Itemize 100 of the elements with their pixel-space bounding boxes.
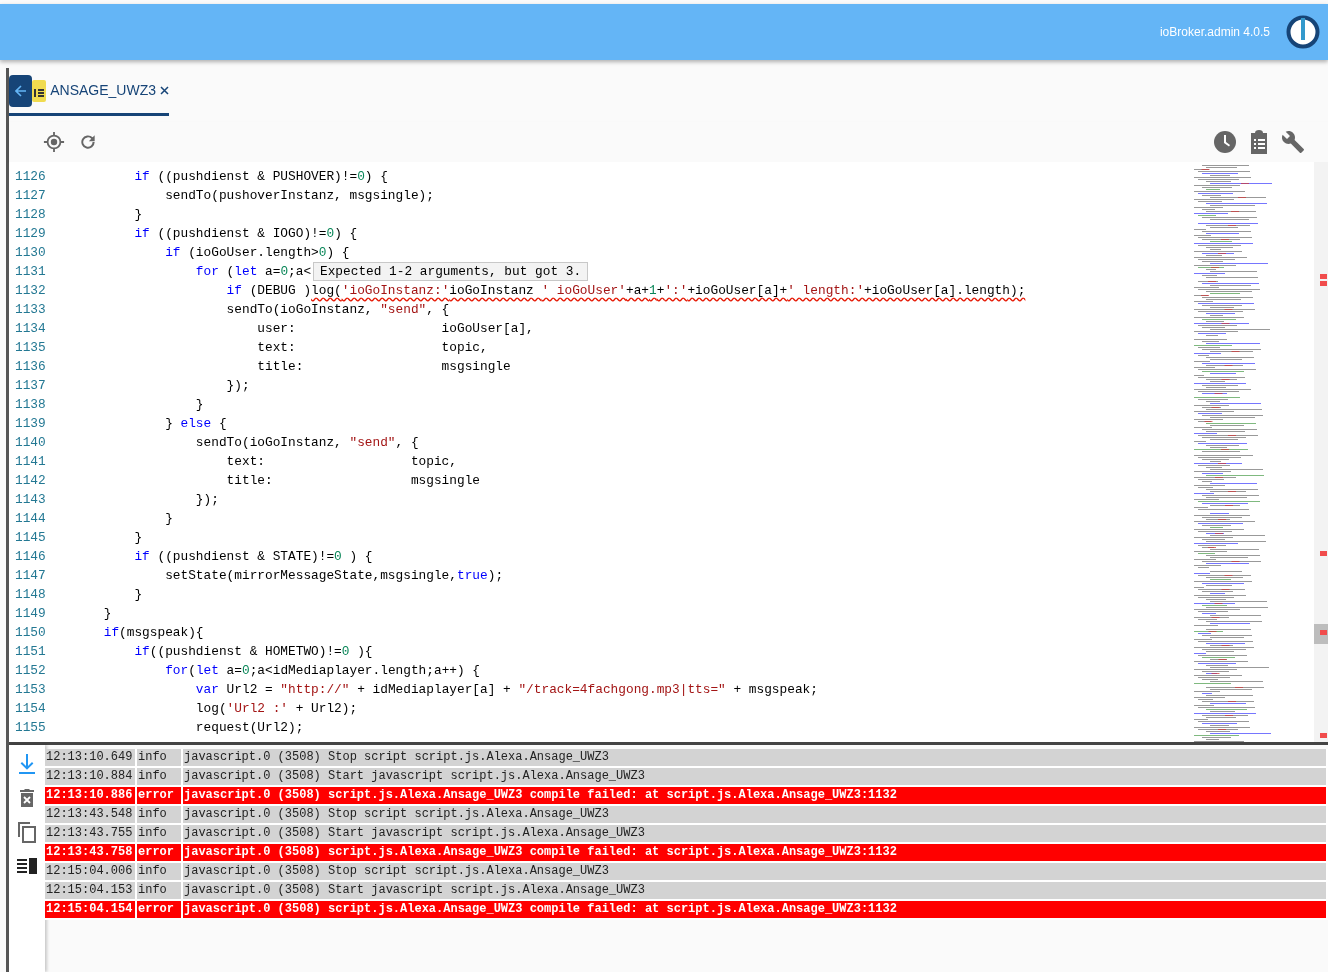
line-number: 1143: [14, 491, 47, 509]
code-line: var Url2 = "http://" + idMediaplayer[a] + "/track=4fachgong.mp3|tts=" + msgspeak;: [194, 682, 818, 697]
line-number: 1147: [14, 567, 47, 585]
history-button[interactable]: [1212, 129, 1238, 155]
line-number: 1155: [14, 719, 47, 737]
settings-button[interactable]: [1280, 129, 1306, 155]
code-line: if (DEBUG )log('ioGoInstanz:'ioGoInstanz ' ioGoUser'+a+1+':'+ioGoUser[a]+' length:'+ioGoUser[a].length);: [225, 283, 1026, 298]
code-line: if (ioGoUser.length>0) {: [164, 245, 350, 260]
refresh-icon: [78, 132, 98, 152]
code-line: });: [194, 492, 219, 507]
line-number: 1135: [14, 339, 47, 357]
code-line: title: msgsingle: [256, 359, 511, 374]
log-severity: error: [137, 901, 183, 920]
code-line: });: [225, 378, 250, 393]
trash-icon: [19, 788, 35, 808]
log-time: 12:13:10.886: [45, 787, 137, 806]
back-button[interactable]: [9, 74, 33, 107]
code-line: sendTo(pushoverInstanz, msgsingle);: [164, 188, 434, 203]
line-number: 1138: [14, 396, 47, 414]
code-line: if ((pushdienst & IOGO)!=0) {: [133, 226, 358, 241]
editor-tab[interactable]: ANSAGE_UWZ3: [9, 68, 169, 116]
code-line: }: [194, 397, 204, 412]
line-number: 1137: [14, 377, 47, 395]
line-number: 1139: [14, 415, 47, 433]
code-line: if ((pushdienst & STATE)!=0 ) {: [133, 549, 373, 564]
log-time: 12:13:43.548: [45, 806, 137, 825]
log-severity: info: [137, 882, 183, 901]
clock-icon: [1213, 130, 1237, 154]
line-number: 1131: [14, 263, 47, 281]
clipboard-icon: [1249, 130, 1269, 154]
line-number: 1154: [14, 700, 47, 718]
line-number: 1152: [14, 662, 47, 680]
log-time: 12:15:04.154: [45, 901, 137, 920]
line-number: 1130: [14, 244, 47, 262]
locate-button[interactable]: [41, 129, 67, 155]
log-message: javascript.0 (3508) Start javascript script.js.Alexa.Ansage_UWZ3: [183, 882, 1328, 901]
log-time: 12:13:10.884: [45, 768, 137, 787]
log-severity: error: [137, 844, 183, 863]
line-number: 1133: [14, 301, 47, 319]
log-message: javascript.0 (3508) script.js.Alexa.Ansage_UWZ3 compile failed: at script.js.Alexa.Ansage_UWZ3:1132: [183, 844, 1328, 863]
line-number: 1149: [14, 605, 47, 623]
tab-label: ANSAGE_UWZ3: [50, 81, 156, 100]
wrench-icon: [1281, 130, 1305, 154]
line-number: 1144: [14, 510, 47, 528]
line-number: 1153: [14, 681, 47, 699]
code-line: log('Url2 :' + Url2);: [194, 701, 358, 716]
download-arrow-icon: [18, 753, 36, 775]
overview-ruler-drawing[interactable]: [1314, 162, 1328, 742]
line-number: 1145: [14, 529, 47, 547]
log-message: javascript.0 (3508) Start javascript script.js.Alexa.Ansage_UWZ3: [183, 768, 1328, 787]
code-line: }: [133, 207, 143, 222]
code-line: user: ioGoUser[a],: [256, 321, 534, 336]
line-number: 1142: [14, 472, 47, 490]
code-line: if ((pushdienst & PUSHOVER)!=0) {: [133, 169, 388, 184]
code-line: sendTo(ioGoInstanz, "send", {: [225, 302, 450, 317]
log-message: javascript.0 (3508) Stop script script.js.Alexa.Ansage_UWZ3: [183, 863, 1328, 882]
log-time: 12:15:04.153: [45, 882, 137, 901]
line-number: 1134: [14, 320, 47, 338]
code-line: text: topic,: [225, 454, 457, 469]
line-number: 1127: [14, 187, 47, 205]
line-number: 1151: [14, 643, 47, 661]
code-line: }: [164, 511, 173, 526]
line-number: 1128: [14, 206, 47, 224]
code-line: text: topic,: [256, 340, 488, 355]
line-number: 1146: [14, 548, 47, 566]
log-message: javascript.0 (3508) Stop script script.js.Alexa.Ansage_UWZ3: [183, 806, 1328, 825]
error-tooltip: Expected 1-2 arguments, but got 3.: [313, 262, 589, 281]
target-icon: [43, 131, 65, 153]
code-line: if((pushdienst & HOMETWO)!=0 ){: [133, 644, 373, 659]
code-line: }: [102, 606, 112, 621]
code-line: } else {: [164, 416, 227, 431]
log-severity: error: [137, 787, 183, 806]
log-time: 12:13:43.755: [45, 825, 137, 844]
close-icon[interactable]: [160, 86, 169, 95]
code-line: }: [133, 530, 143, 545]
log-severity: info: [137, 749, 183, 768]
log-message: javascript.0 (3508) Start javascript script.js.Alexa.Ansage_UWZ3: [183, 825, 1328, 844]
line-number: 1132: [14, 282, 47, 300]
log-time: 12:15:04.006: [45, 863, 137, 882]
version-label: ioBroker.admin 4.0.5: [1159, 24, 1270, 41]
line-number: 1141: [14, 453, 47, 471]
line-number: 1126: [14, 168, 47, 186]
code-line: for (let a=0;a<: [194, 264, 312, 279]
log-time: 12:13:10.649: [45, 749, 137, 768]
code-line: }: [133, 587, 143, 602]
logo-icon: [1286, 15, 1320, 49]
code-line: request(Url2);: [194, 720, 304, 735]
code-line: if(msgspeak){: [102, 625, 204, 640]
log-severity: info: [137, 768, 183, 787]
line-number: 1140: [14, 434, 47, 452]
line-number: 1129: [14, 225, 47, 243]
copy-icon: [17, 821, 37, 843]
code-line: setState(mirrorMessageState,msgsingle,true);: [164, 568, 504, 583]
line-number: 1150: [14, 624, 47, 642]
back-arrow-icon: [14, 84, 27, 97]
log-severity: info: [137, 863, 183, 882]
list-icon: [17, 858, 37, 874]
line-number: 1148: [14, 586, 47, 604]
log-message: javascript.0 (3508) script.js.Alexa.Ansage_UWZ3 compile failed: at script.js.Alexa.Ansage_UWZ3:1132: [183, 901, 1328, 920]
log-time: 12:13:43.758: [45, 844, 137, 863]
